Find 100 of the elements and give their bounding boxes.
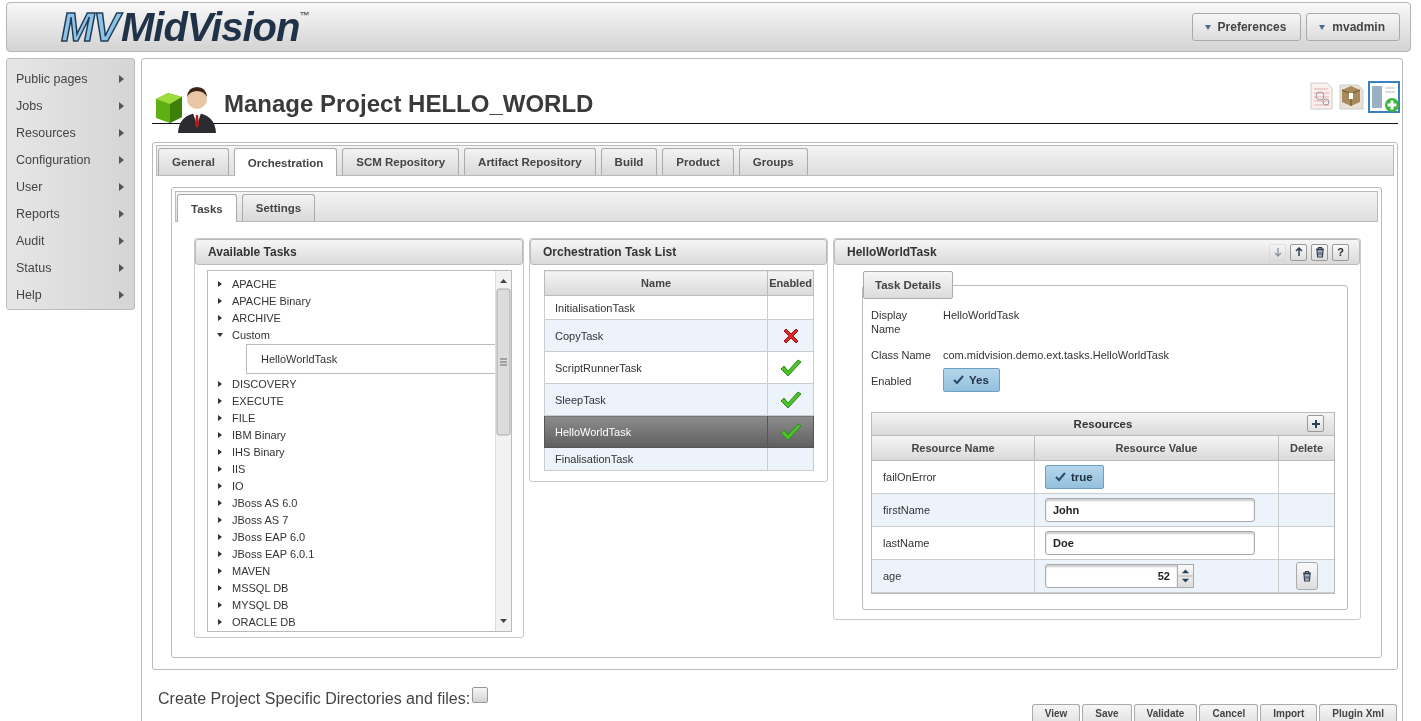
tree-item[interactable]: MSSQL DB <box>232 581 289 594</box>
collapse-arrow-icon[interactable] <box>217 332 223 337</box>
task-name-cell[interactable]: HelloWorldTask <box>544 415 768 448</box>
sidebar-item[interactable]: Help <box>7 281 134 308</box>
toggle-button[interactable]: Yes <box>943 368 1000 392</box>
tab[interactable]: Settings <box>241 194 316 221</box>
sidebar-item[interactable]: Resources <box>7 119 134 146</box>
tree-item[interactable]: JBoss AS 7 <box>232 513 289 526</box>
action-button[interactable]: Plugin Xml <box>1319 704 1397 721</box>
sidebar-item[interactable]: Jobs <box>7 92 134 119</box>
task-name-cell[interactable]: InitialisationTask <box>544 295 768 320</box>
tree-item[interactable]: EXECUTE <box>232 394 284 407</box>
expand-arrow-icon[interactable] <box>218 533 222 540</box>
tree-item[interactable]: ORACLE DB <box>232 615 296 628</box>
expand-arrow-icon[interactable] <box>218 314 222 321</box>
expand-arrow-icon[interactable] <box>218 397 222 404</box>
action-button[interactable]: View <box>1031 704 1081 721</box>
tree-item[interactable]: HelloWorldTask <box>246 344 495 374</box>
action-button[interactable]: Import <box>1260 704 1318 721</box>
tab[interactable]: Groups <box>738 148 808 175</box>
field-value: HelloWorldTask <box>943 308 1021 323</box>
package-icon[interactable] <box>1338 81 1364 111</box>
sidebar-item[interactable]: Status <box>7 254 134 281</box>
tree-item[interactable]: MAVEN <box>232 564 271 577</box>
toggle-button[interactable]: true <box>1045 465 1104 489</box>
delete-button[interactable] <box>1311 243 1328 261</box>
action-button[interactable]: Save <box>1082 704 1132 721</box>
expand-arrow-icon[interactable] <box>218 618 222 625</box>
help-button[interactable]: ? <box>1332 243 1349 261</box>
page-title: Manage Project HELLO_WORLD <box>224 90 594 118</box>
task-name-cell[interactable]: FinalisationTask <box>544 447 768 471</box>
task-name-cell[interactable]: ScriptRunnerTask <box>544 351 768 384</box>
tree-item[interactable]: JBoss EAP 6.0 <box>232 530 306 543</box>
tree-item[interactable]: APACHE <box>232 277 277 290</box>
tree-item[interactable]: JBoss EAP 6.0.1 <box>232 547 315 560</box>
tree-item[interactable]: DISCOVERY <box>232 377 297 390</box>
field-value: com.midvision.demo.ext.tasks.HelloWorldTask <box>943 348 1170 362</box>
sidebar-item[interactable]: Audit <box>7 227 134 254</box>
sidebar-item[interactable]: Configuration <box>7 146 134 173</box>
tree-item[interactable]: MYSQL DB <box>232 598 289 611</box>
expand-arrow-icon[interactable] <box>218 516 222 523</box>
task-name-cell[interactable]: SleepTask <box>544 383 768 416</box>
submenu-arrow-icon <box>119 155 124 164</box>
sidebar-item[interactable]: User <box>7 173 134 200</box>
tree-item[interactable]: FILE <box>232 411 256 424</box>
table-title: Resources <box>1073 418 1133 430</box>
tab[interactable]: Orchestration <box>233 148 338 176</box>
tab[interactable]: Build <box>600 148 658 175</box>
expand-arrow-icon[interactable] <box>218 380 222 387</box>
tab[interactable]: General <box>158 148 229 175</box>
tree-item[interactable]: IIS <box>232 462 246 475</box>
spinner-arrows-icon[interactable] <box>1178 564 1194 588</box>
tick-icon <box>778 357 803 378</box>
tab[interactable]: Artifact Repository <box>464 148 596 175</box>
text-field[interactable]: John <box>1045 498 1255 522</box>
menu-button[interactable]: Preferences <box>1191 13 1302 41</box>
caret-icon <box>1204 24 1211 30</box>
trash-icon <box>1300 570 1313 582</box>
checkbox[interactable] <box>472 687 489 703</box>
tree-item[interactable]: IO <box>232 479 244 492</box>
expand-arrow-icon[interactable] <box>218 482 222 489</box>
expand-arrow-icon[interactable] <box>218 297 222 304</box>
tree-item[interactable]: JBoss AS 6.0 <box>232 496 298 509</box>
tab[interactable]: Tasks <box>177 194 237 222</box>
number-field[interactable]: 52 <box>1045 564 1178 588</box>
sidebar-item[interactable]: Reports <box>7 200 134 227</box>
expand-arrow-icon[interactable] <box>218 550 222 557</box>
plus-icon <box>1310 418 1321 429</box>
expand-arrow-icon[interactable] <box>218 567 222 574</box>
action-button[interactable]: Validate <box>1133 704 1198 721</box>
expand-arrow-icon[interactable] <box>218 448 222 455</box>
action-button[interactable]: Cancel <box>1199 704 1259 721</box>
tree-item[interactable]: ARCHIVE <box>232 311 281 324</box>
expand-arrow-icon[interactable] <box>218 280 222 287</box>
tree-item[interactable]: Custom <box>232 328 270 341</box>
resource-name-cell: failOnError <box>872 460 1035 494</box>
submenu-arrow-icon <box>119 290 124 299</box>
text-field[interactable]: Doe <box>1045 531 1255 555</box>
delete-button[interactable] <box>1295 562 1318 590</box>
add-button[interactable] <box>1307 415 1324 432</box>
resource-name-cell: firstName <box>872 493 1035 527</box>
move-up-button[interactable] <box>1290 243 1307 261</box>
tree-item[interactable]: IBM Binary <box>232 428 286 441</box>
column-header: Enabled <box>767 270 814 296</box>
expand-arrow-icon[interactable] <box>218 601 222 608</box>
add-window-icon[interactable] <box>1368 81 1400 113</box>
expand-arrow-icon[interactable] <box>218 431 222 438</box>
sidebar-item[interactable]: Public pages <box>7 65 134 92</box>
tree-item[interactable]: APACHE Binary <box>232 294 311 307</box>
tree-item[interactable]: IHS Binary <box>232 445 285 458</box>
expand-arrow-icon[interactable] <box>218 499 222 506</box>
field-label: Class Name <box>871 348 931 362</box>
expand-arrow-icon[interactable] <box>218 584 222 591</box>
task-name-cell[interactable]: CopyTask <box>544 319 768 352</box>
column-header: Name <box>544 270 768 296</box>
menu-button[interactable]: mvadmin <box>1306 13 1400 41</box>
tab[interactable]: Product <box>662 148 734 175</box>
expand-arrow-icon[interactable] <box>218 465 222 472</box>
tab[interactable]: SCM Repository <box>342 148 460 175</box>
expand-arrow-icon[interactable] <box>218 414 222 421</box>
